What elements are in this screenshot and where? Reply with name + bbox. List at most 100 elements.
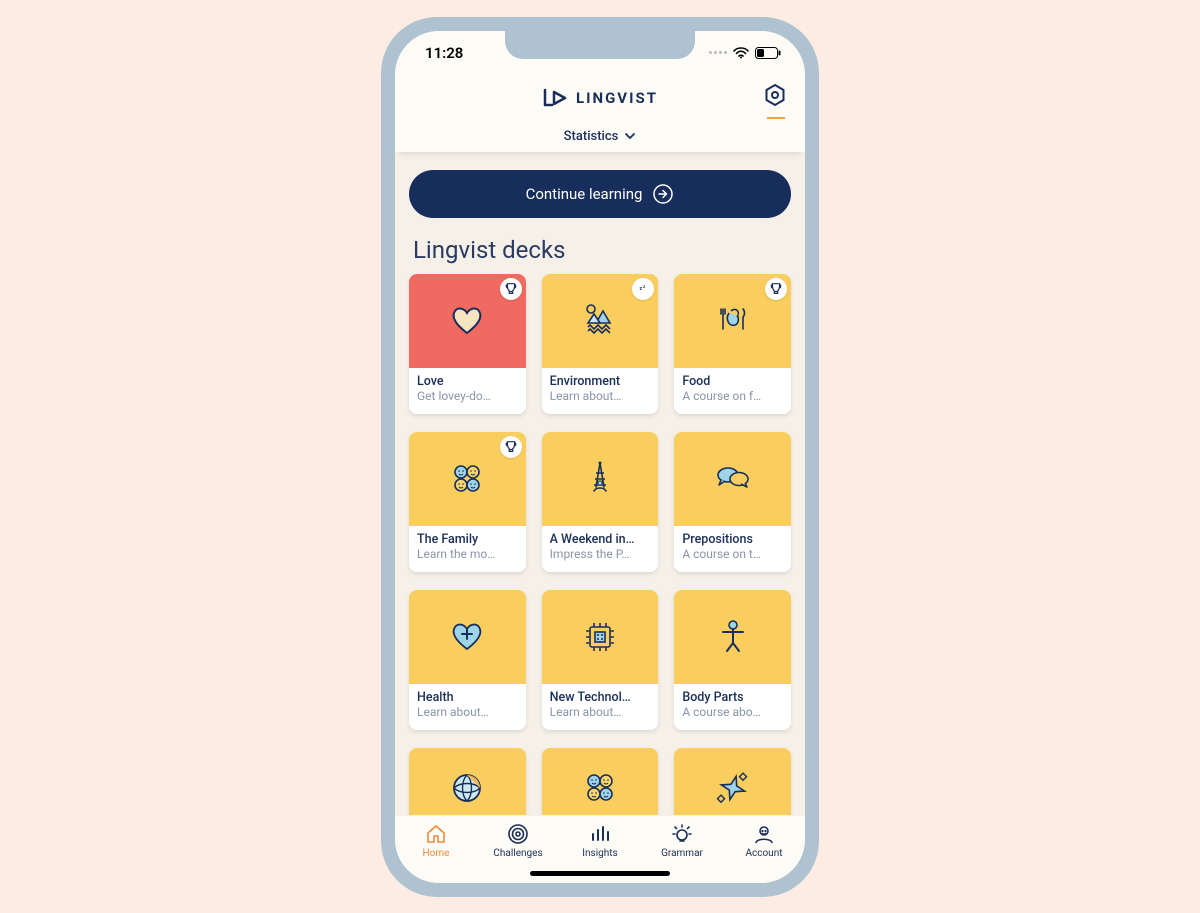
trophy-badge — [765, 278, 787, 300]
home-icon — [424, 822, 448, 846]
deck-info: HealthLearn about… — [409, 684, 526, 730]
deck-illustration — [674, 590, 791, 684]
food-icon — [711, 299, 755, 343]
chat-icon — [711, 457, 755, 501]
target-icon — [506, 822, 530, 846]
deck-illustration — [542, 590, 659, 684]
deck-title: New Technol… — [550, 690, 651, 705]
continue-learning-button[interactable]: Continue learning — [409, 170, 791, 218]
chip-icon — [578, 615, 622, 659]
deck-card[interactable]: FoodA course on f… — [674, 274, 791, 414]
deck-info: New Technol…Learn about… — [542, 684, 659, 730]
deck-card[interactable]: Body PartsA course abo… — [674, 590, 791, 730]
deck-info: Body PartsA course abo… — [674, 684, 791, 730]
tab-label: Challenges — [493, 848, 542, 859]
settings-button[interactable] — [763, 83, 787, 107]
tab-grammar[interactable]: Grammar — [647, 822, 717, 859]
tab-account[interactable]: Account — [729, 822, 799, 859]
section-title: Lingvist decks — [413, 236, 791, 264]
status-time: 11:28 — [425, 44, 463, 62]
deck-info: LoveGet lovey-do… — [409, 368, 526, 414]
deck-grid: LoveGet lovey-do…EnvironmentLearn about…… — [409, 274, 791, 730]
sparkle-icon — [711, 766, 755, 810]
status-icons — [709, 47, 781, 59]
deck-card[interactable]: New Technol…Learn about… — [542, 590, 659, 730]
tab-label: Home — [423, 848, 450, 859]
statistics-dropdown[interactable]: Statistics — [413, 129, 787, 144]
deck-subtitle: A course abo… — [682, 705, 783, 719]
deck-title: Health — [417, 690, 518, 705]
brand-logo: LINGVIST — [542, 88, 658, 108]
tab-label: Grammar — [661, 848, 703, 859]
phone-frame: 11:28 LINGVIST — [381, 17, 819, 897]
deck-info: The FamilyLearn the mo… — [409, 526, 526, 572]
header-indicator — [767, 117, 785, 119]
battery-icon — [755, 47, 781, 59]
health-icon — [445, 615, 489, 659]
deck-card[interactable]: LoveGet lovey-do… — [409, 274, 526, 414]
statistics-label: Statistics — [564, 129, 619, 144]
content-area[interactable]: Continue learning Lingvist decks LoveGet… — [395, 152, 805, 815]
deck-illustration — [674, 432, 791, 526]
deck-card[interactable]: A Weekend in…Impress the P… — [542, 432, 659, 572]
deck-title: Environment — [550, 374, 651, 389]
bars-icon — [588, 822, 612, 846]
tab-insights[interactable]: Insights — [565, 822, 635, 859]
environment-icon — [578, 299, 622, 343]
account-icon — [752, 822, 776, 846]
deck-illustration — [409, 432, 526, 526]
heart-icon — [445, 299, 489, 343]
deck-title: Body Parts — [682, 690, 783, 705]
deck-subtitle: Impress the P… — [550, 547, 651, 561]
bulb-icon — [670, 822, 694, 846]
tab-label: Account — [745, 848, 782, 859]
deck-subtitle: A course on f… — [682, 389, 783, 403]
deck-title: A Weekend in… — [550, 532, 651, 547]
trophy-badge — [500, 436, 522, 458]
tab-home[interactable]: Home — [401, 822, 471, 859]
tab-label: Insights — [582, 848, 617, 859]
chevron-down-icon — [624, 132, 636, 140]
deck-illustration — [409, 748, 526, 815]
deck-title: Prepositions — [682, 532, 783, 547]
deck-card[interactable] — [409, 748, 526, 815]
deck-info: PrepositionsA course on t… — [674, 526, 791, 572]
deck-card[interactable] — [674, 748, 791, 815]
deck-illustration — [409, 274, 526, 368]
deck-subtitle: Learn about… — [550, 389, 651, 403]
notch — [505, 31, 695, 59]
faces-icon — [578, 766, 622, 810]
deck-info: FoodA course on f… — [674, 368, 791, 414]
gear-icon — [763, 83, 787, 107]
deck-card[interactable]: HealthLearn about… — [409, 590, 526, 730]
screen: 11:28 LINGVIST — [395, 31, 805, 883]
trophy-badge — [500, 278, 522, 300]
deck-subtitle: Get lovey-do… — [417, 389, 518, 403]
sleep-badge — [632, 278, 654, 300]
deck-card[interactable]: EnvironmentLearn about… — [542, 274, 659, 414]
deck-title: The Family — [417, 532, 518, 547]
tab-challenges[interactable]: Challenges — [483, 822, 553, 859]
deck-illustration — [542, 432, 659, 526]
deck-card[interactable] — [542, 748, 659, 815]
deck-illustration — [409, 590, 526, 684]
trophy-icon — [503, 439, 519, 455]
brand-text: LINGVIST — [576, 89, 658, 107]
deck-title: Love — [417, 374, 518, 389]
logo-icon — [542, 88, 568, 108]
wifi-icon — [733, 47, 749, 59]
deck-illustration — [674, 748, 791, 815]
deck-grid-partial — [409, 748, 791, 815]
deck-card[interactable]: PrepositionsA course on t… — [674, 432, 791, 572]
zz-icon — [635, 281, 651, 297]
deck-card[interactable]: The FamilyLearn the mo… — [409, 432, 526, 572]
deck-info: A Weekend in…Impress the P… — [542, 526, 659, 572]
home-indicator — [530, 871, 670, 876]
deck-subtitle: Learn the mo… — [417, 547, 518, 561]
deck-subtitle: Learn about… — [550, 705, 651, 719]
app-header: LINGVIST Statistics — [395, 75, 805, 152]
deck-title: Food — [682, 374, 783, 389]
deck-info: EnvironmentLearn about… — [542, 368, 659, 414]
deck-illustration — [542, 748, 659, 815]
body-icon — [711, 615, 755, 659]
